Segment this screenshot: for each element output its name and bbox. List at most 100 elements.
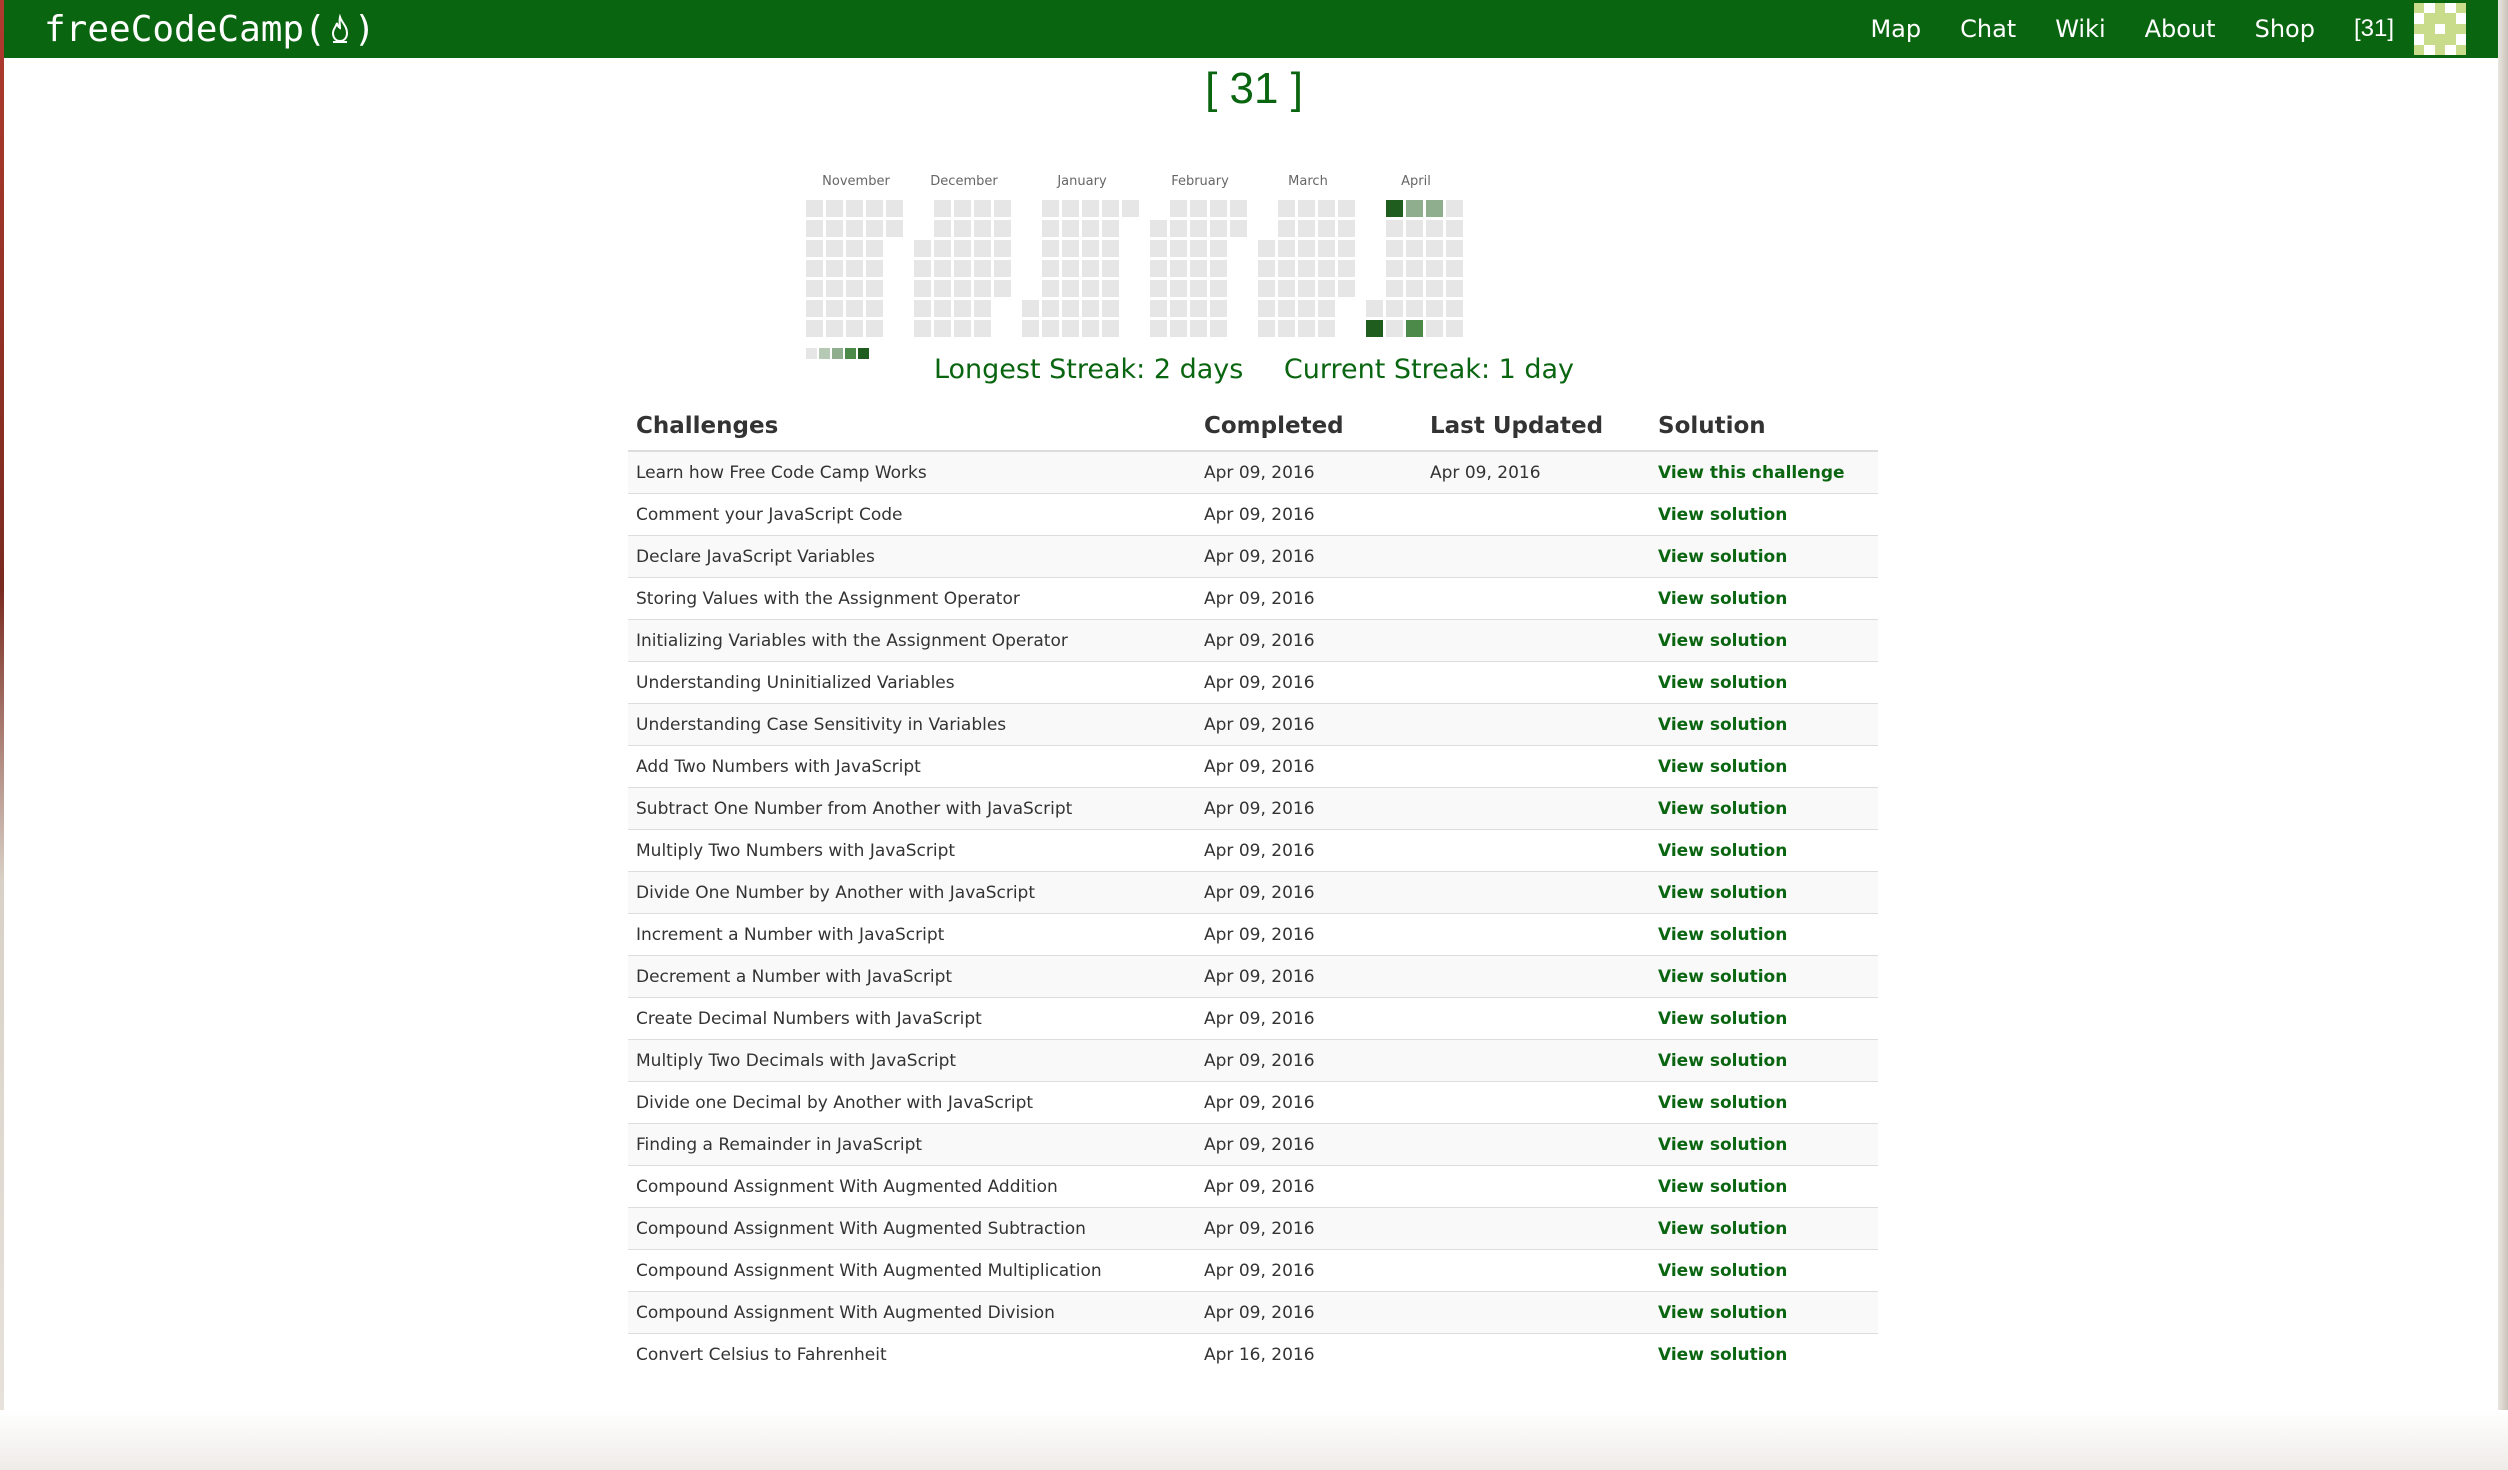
calendar-day-cell[interactable] xyxy=(826,320,843,337)
brand-logo[interactable]: freeCodeCamp( ) xyxy=(44,9,375,50)
calendar-day-cell[interactable] xyxy=(994,260,1011,277)
calendar-day-cell[interactable] xyxy=(1042,280,1059,297)
calendar-day-cell[interactable] xyxy=(934,220,951,237)
calendar-day-cell[interactable] xyxy=(1122,200,1139,217)
calendar-day-cell[interactable] xyxy=(1278,240,1295,257)
calendar-day-cell[interactable] xyxy=(806,300,823,317)
calendar-day-cell[interactable] xyxy=(1386,260,1403,277)
calendar-day-cell[interactable] xyxy=(914,300,931,317)
calendar-day-cell[interactable] xyxy=(974,300,991,317)
calendar-day-cell[interactable] xyxy=(1338,240,1355,257)
calendar-day-cell[interactable] xyxy=(1298,200,1315,217)
view-solution-link[interactable]: View solution xyxy=(1658,1009,1787,1029)
calendar-day-cell[interactable] xyxy=(974,260,991,277)
calendar-day-cell[interactable] xyxy=(1386,280,1403,297)
view-solution-link[interactable]: View solution xyxy=(1658,799,1787,819)
calendar-day-cell[interactable] xyxy=(1170,320,1187,337)
calendar-day-cell[interactable] xyxy=(954,200,971,217)
calendar-day-cell[interactable] xyxy=(1230,200,1247,217)
calendar-day-cell[interactable] xyxy=(1062,240,1079,257)
view-solution-link[interactable]: View solution xyxy=(1658,757,1787,777)
calendar-day-cell[interactable] xyxy=(1298,220,1315,237)
calendar-day-cell[interactable] xyxy=(974,280,991,297)
calendar-day-cell[interactable] xyxy=(974,320,991,337)
calendar-day-cell[interactable] xyxy=(1278,280,1295,297)
view-solution-link[interactable]: View solution xyxy=(1658,1219,1787,1239)
calendar-day-cell[interactable] xyxy=(1082,260,1099,277)
calendar-day-cell[interactable] xyxy=(1318,220,1335,237)
calendar-day-cell[interactable] xyxy=(1446,320,1463,337)
calendar-day-cell[interactable] xyxy=(1170,240,1187,257)
calendar-day-cell[interactable] xyxy=(846,260,863,277)
calendar-day-cell[interactable] xyxy=(914,260,931,277)
calendar-day-cell[interactable] xyxy=(1042,240,1059,257)
calendar-day-cell[interactable] xyxy=(1190,320,1207,337)
calendar-day-cell[interactable] xyxy=(934,200,951,217)
calendar-day-cell[interactable] xyxy=(934,260,951,277)
calendar-day-cell[interactable] xyxy=(886,200,903,217)
calendar-day-cell[interactable] xyxy=(994,200,1011,217)
calendar-day-cell[interactable] xyxy=(1042,320,1059,337)
calendar-day-cell[interactable] xyxy=(1062,300,1079,317)
calendar-day-cell[interactable] xyxy=(914,320,931,337)
calendar-day-cell[interactable] xyxy=(1258,260,1275,277)
calendar-day-cell[interactable] xyxy=(1446,300,1463,317)
calendar-day-cell[interactable] xyxy=(1318,240,1335,257)
calendar-day-cell[interactable] xyxy=(1318,200,1335,217)
calendar-day-cell[interactable] xyxy=(1298,300,1315,317)
calendar-day-cell[interactable] xyxy=(1170,280,1187,297)
calendar-day-cell[interactable] xyxy=(886,220,903,237)
calendar-day-cell[interactable] xyxy=(994,220,1011,237)
calendar-day-cell[interactable] xyxy=(1082,280,1099,297)
view-solution-link[interactable]: View solution xyxy=(1658,1261,1787,1281)
calendar-day-cell[interactable] xyxy=(1210,260,1227,277)
calendar-day-cell[interactable] xyxy=(1082,200,1099,217)
calendar-day-cell[interactable] xyxy=(1062,280,1079,297)
calendar-day-cell[interactable] xyxy=(1338,260,1355,277)
calendar-day-cell[interactable] xyxy=(1426,280,1443,297)
calendar-day-cell[interactable] xyxy=(1446,280,1463,297)
calendar-day-cell[interactable] xyxy=(1278,220,1295,237)
calendar-day-cell[interactable] xyxy=(994,280,1011,297)
calendar-day-cell[interactable] xyxy=(1022,320,1039,337)
calendar-day-cell[interactable] xyxy=(1446,260,1463,277)
calendar-day-cell[interactable] xyxy=(1258,320,1275,337)
calendar-day-cell[interactable] xyxy=(974,220,991,237)
calendar-day-cell[interactable] xyxy=(1082,240,1099,257)
calendar-day-cell[interactable] xyxy=(1062,220,1079,237)
calendar-day-cell[interactable] xyxy=(1190,220,1207,237)
calendar-day-cell[interactable] xyxy=(1042,300,1059,317)
view-solution-link[interactable]: View solution xyxy=(1658,1051,1787,1071)
calendar-day-cell[interactable] xyxy=(1102,240,1119,257)
calendar-day-cell[interactable] xyxy=(826,300,843,317)
calendar-day-cell[interactable] xyxy=(1386,300,1403,317)
nav-points-counter[interactable]: [31] xyxy=(2354,15,2394,43)
view-solution-link[interactable]: View solution xyxy=(1658,841,1787,861)
calendar-day-cell[interactable] xyxy=(1258,280,1275,297)
calendar-day-cell[interactable] xyxy=(1278,260,1295,277)
calendar-day-cell[interactable] xyxy=(1210,240,1227,257)
calendar-day-cell[interactable] xyxy=(1446,200,1463,217)
view-solution-link[interactable]: View solution xyxy=(1658,967,1787,987)
calendar-day-cell[interactable] xyxy=(1406,300,1423,317)
calendar-day-cell[interactable] xyxy=(1338,280,1355,297)
calendar-day-cell[interactable] xyxy=(846,320,863,337)
calendar-day-cell[interactable] xyxy=(1426,200,1443,217)
calendar-day-cell[interactable] xyxy=(954,280,971,297)
calendar-day-cell[interactable] xyxy=(1042,260,1059,277)
calendar-day-cell[interactable] xyxy=(826,240,843,257)
calendar-day-cell[interactable] xyxy=(1298,320,1315,337)
calendar-day-cell[interactable] xyxy=(1190,280,1207,297)
calendar-day-cell[interactable] xyxy=(1426,300,1443,317)
calendar-day-cell[interactable] xyxy=(1386,320,1403,337)
view-solution-link[interactable]: View solution xyxy=(1658,883,1787,903)
calendar-day-cell[interactable] xyxy=(806,260,823,277)
calendar-day-cell[interactable] xyxy=(934,280,951,297)
calendar-day-cell[interactable] xyxy=(1102,320,1119,337)
view-solution-link[interactable]: View solution xyxy=(1658,715,1787,735)
calendar-day-cell[interactable] xyxy=(1102,200,1119,217)
view-solution-link[interactable]: View solution xyxy=(1658,673,1787,693)
calendar-day-cell[interactable] xyxy=(954,320,971,337)
calendar-day-cell[interactable] xyxy=(1426,240,1443,257)
view-solution-link[interactable]: View solution xyxy=(1658,925,1787,945)
